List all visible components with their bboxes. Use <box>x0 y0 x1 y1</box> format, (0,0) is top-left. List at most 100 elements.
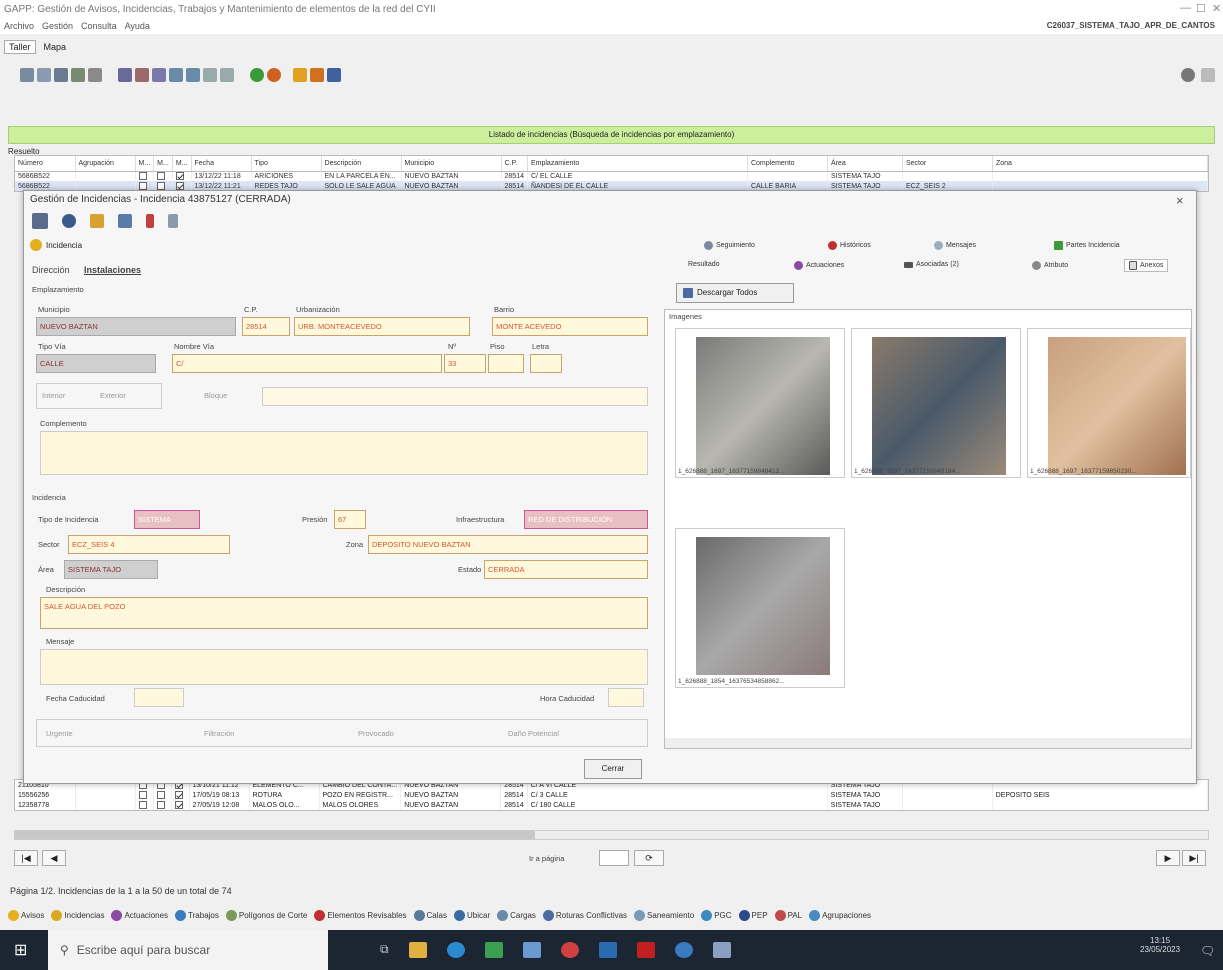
tipo-field[interactable]: SISTEMA <box>134 510 200 529</box>
search-icon[interactable] <box>327 68 341 82</box>
open-icon[interactable] <box>37 68 51 82</box>
mensaje-field[interactable] <box>40 649 648 685</box>
table-row[interactable]: 12358778 27/05/19 12:08 MALOS OLO... MALO… <box>15 800 1209 810</box>
letra-field[interactable] <box>530 354 562 373</box>
scroll-thumb[interactable] <box>15 831 535 839</box>
taskbar-search[interactable]: ⚲ Escribe aquí para buscar <box>48 930 328 970</box>
fecha-caducidad-field[interactable] <box>134 688 184 707</box>
app-icon[interactable] <box>484 942 503 958</box>
exterior-checkbox[interactable]: Exterior <box>100 391 126 400</box>
interior-checkbox[interactable]: Interior <box>42 391 65 400</box>
checkbox[interactable] <box>157 182 166 190</box>
alert-icon[interactable] <box>310 68 324 82</box>
nav-roturas[interactable]: Roturas Conflictivas <box>542 909 627 921</box>
col-complemento[interactable]: Complemento <box>747 156 828 172</box>
col-sector[interactable]: Sector <box>902 156 993 172</box>
menu-archivo[interactable]: Archivo <box>4 21 34 31</box>
tab-anexos[interactable]: Anexos <box>1124 259 1169 272</box>
tab-mapa[interactable]: Mapa <box>44 42 67 52</box>
checkbox[interactable] <box>156 791 165 799</box>
tab-atributo[interactable]: Atributo <box>1032 261 1068 270</box>
ie-icon[interactable] <box>674 942 693 958</box>
checkbox-checked[interactable] <box>174 801 183 809</box>
col-numero[interactable]: Número <box>15 156 76 172</box>
menu-gestion[interactable]: Gestión <box>42 21 73 31</box>
nav-trabajos[interactable]: Trabajos <box>175 909 219 921</box>
table-row[interactable]: 5686B522 13/12/22 11:18 ARICIONES EN LA P… <box>15 171 1209 181</box>
print-icon[interactable] <box>54 68 68 82</box>
checkbox-checked[interactable] <box>175 182 184 190</box>
nav-poligonos[interactable]: Polígonos de Corte <box>225 909 307 921</box>
flag-icon[interactable] <box>146 214 154 228</box>
menu-ayuda[interactable]: Ayuda <box>125 21 150 31</box>
zona-field[interactable]: DEPOSITO NUEVO BAZTAN <box>368 535 648 554</box>
group-icon[interactable] <box>186 68 200 82</box>
tab-taller[interactable]: Taller <box>4 40 36 54</box>
presion-field[interactable]: 67 <box>334 510 366 529</box>
cerrar-button[interactable]: Cerrar <box>584 759 642 779</box>
nav-pgc[interactable]: PGC <box>701 909 732 921</box>
area-field[interactable]: SISTEMA TAJO <box>64 560 158 579</box>
checkbox[interactable] <box>138 182 147 190</box>
descargar-todos-button[interactable]: Descargar Todos <box>676 283 794 303</box>
pdf-icon[interactable] <box>636 942 655 958</box>
warning-icon[interactable] <box>293 68 307 82</box>
urbanizacion-field[interactable]: URB. MONTEACEVEDO <box>294 317 470 336</box>
nav-avisos[interactable]: Avisos <box>8 909 44 921</box>
check-icon[interactable] <box>203 68 217 82</box>
tab-actuaciones[interactable]: Actuaciones <box>794 261 844 270</box>
image-thumbnail[interactable]: 1_626888_1697_16377159848412... <box>675 328 845 478</box>
estado-field[interactable]: CERRADA <box>484 560 648 579</box>
last-page-button[interactable]: ▶| <box>1182 850 1206 866</box>
tools-icon[interactable] <box>168 214 178 228</box>
close-dialog-icon[interactable]: × <box>1176 193 1184 208</box>
tab-direccion[interactable]: Dirección <box>32 265 70 275</box>
close-window-icon[interactable]: ✕ <box>1212 2 1221 15</box>
checkbox[interactable] <box>138 801 147 809</box>
notification-icon[interactable]: 🗨 <box>1200 944 1215 958</box>
tab-historicos[interactable]: Históricos <box>828 241 871 250</box>
uncheck-icon[interactable] <box>220 68 234 82</box>
tab-instalaciones[interactable]: Instalaciones <box>84 265 141 275</box>
collapse-icon[interactable] <box>1201 68 1215 82</box>
col-municipio[interactable]: Municipio <box>401 156 502 172</box>
tab-mensajes[interactable]: Mensajes <box>934 241 976 250</box>
checkbox[interactable] <box>157 172 166 181</box>
file-explorer-icon[interactable] <box>408 942 427 958</box>
filter-icon[interactable] <box>118 68 132 82</box>
stop-icon[interactable] <box>267 68 281 82</box>
arrow-icon[interactable] <box>118 214 132 228</box>
settings-icon[interactable] <box>1181 68 1195 82</box>
chrome-icon[interactable] <box>560 942 579 958</box>
table-row[interactable]: 15556256 17/05/19 08:13 ROTURA POZO EN RE… <box>15 790 1209 800</box>
image-thumbnail[interactable]: 1_626888_1697_16377159848184... <box>851 328 1021 478</box>
nav-incidencias[interactable]: Incidencias <box>51 909 104 921</box>
app2-icon[interactable] <box>522 942 541 958</box>
cp-field[interactable]: 28514 <box>242 317 290 336</box>
gapp-icon[interactable] <box>712 942 731 958</box>
prev-page-button[interactable]: ◀ <box>42 850 66 866</box>
view-icon[interactable] <box>152 68 166 82</box>
nav-pal[interactable]: PAL <box>774 909 802 921</box>
col-emplazamiento[interactable]: Emplazamiento <box>527 156 748 172</box>
export-icon[interactable] <box>71 68 85 82</box>
nav-agrupaciones[interactable]: Agrupaciones <box>809 909 871 921</box>
sort-icon[interactable] <box>135 68 149 82</box>
nav-pep[interactable]: PEP <box>738 909 768 921</box>
col-fecha[interactable]: Fecha <box>191 156 252 172</box>
municipio-field[interactable]: NUEVO BAZTAN <box>36 317 236 336</box>
dano-checkbox[interactable]: Daño Potencial <box>508 729 559 738</box>
checkbox[interactable] <box>156 801 165 809</box>
report-icon[interactable] <box>88 68 102 82</box>
col-cp[interactable]: C.P. <box>501 156 528 172</box>
col-m1[interactable]: M... <box>135 156 155 172</box>
col-m3[interactable]: M... <box>172 156 192 172</box>
col-tipo[interactable]: Tipo <box>251 156 322 172</box>
checkbox-checked[interactable] <box>175 172 184 181</box>
urgente-checkbox[interactable]: Urgente <box>46 729 73 738</box>
edge-icon[interactable] <box>446 942 465 958</box>
nav-saneamiento[interactable]: Saneamiento <box>634 909 694 921</box>
checkbox-checked[interactable] <box>174 791 183 799</box>
checkbox[interactable] <box>138 791 147 799</box>
tab-partes[interactable]: Partes Incidencia <box>1054 241 1120 250</box>
